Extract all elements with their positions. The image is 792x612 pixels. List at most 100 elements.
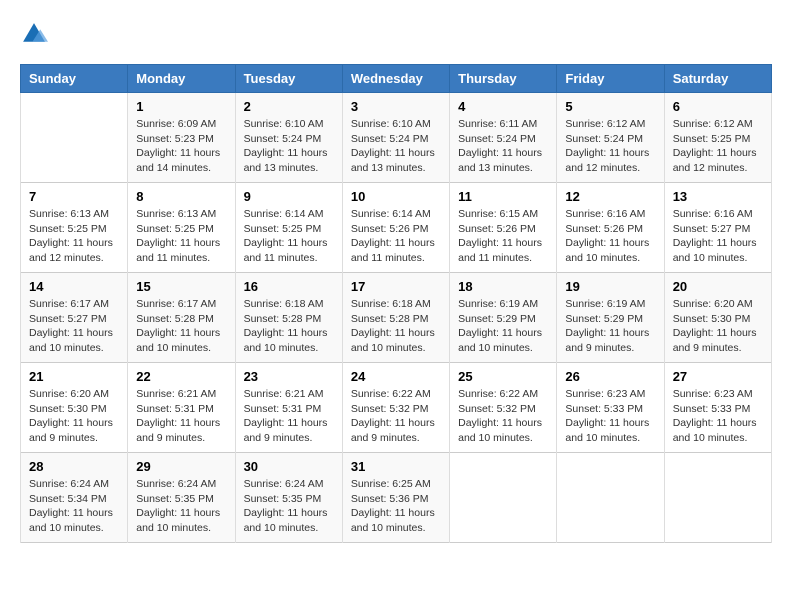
calendar-cell: 1 Sunrise: 6:09 AMSunset: 5:23 PMDaylight… — [128, 93, 235, 183]
calendar-cell: 21Sunrise: 6:20 AMSunset: 5:30 PMDayligh… — [21, 363, 128, 453]
day-number: 23 — [244, 369, 334, 384]
calendar-cell: 7 Sunrise: 6:13 AMSunset: 5:25 PMDaylight… — [21, 183, 128, 273]
calendar-cell: 18 Sunrise: 6:19 AMSunset: 5:29 PMDayligh… — [450, 273, 557, 363]
cell-info: Sunrise: 6:22 AMSunset: 5:32 PMDaylight:… — [458, 387, 548, 446]
day-number: 20 — [673, 279, 763, 294]
day-number: 3 — [351, 99, 441, 114]
cell-info: Sunrise: 6:23 AMSunset: 5:33 PMDaylight:… — [673, 387, 763, 446]
week-row-1: 1 Sunrise: 6:09 AMSunset: 5:23 PMDaylight… — [21, 93, 772, 183]
cell-info: Sunrise: 6:16 AMSunset: 5:27 PMDaylight:… — [673, 207, 763, 266]
calendar-cell: 8 Sunrise: 6:13 AMSunset: 5:25 PMDaylight… — [128, 183, 235, 273]
calendar-cell: 20 Sunrise: 6:20 AMSunset: 5:30 PMDayligh… — [664, 273, 771, 363]
day-number: 12 — [565, 189, 655, 204]
day-number: 28 — [29, 459, 119, 474]
cell-info: Sunrise: 6:21 AMSunset: 5:31 PMDaylight:… — [244, 387, 334, 446]
calendar-cell: 9Sunrise: 6:14 AMSunset: 5:25 PMDaylight… — [235, 183, 342, 273]
week-row-4: 21Sunrise: 6:20 AMSunset: 5:30 PMDayligh… — [21, 363, 772, 453]
calendar-cell: 4 Sunrise: 6:11 AMSunset: 5:24 PMDaylight… — [450, 93, 557, 183]
calendar-cell: 26Sunrise: 6:23 AMSunset: 5:33 PMDayligh… — [557, 363, 664, 453]
header-row: SundayMondayTuesdayWednesdayThursdayFrid… — [21, 65, 772, 93]
cell-info: Sunrise: 6:16 AMSunset: 5:26 PMDaylight:… — [565, 207, 655, 266]
calendar-cell: 6Sunrise: 6:12 AMSunset: 5:25 PMDaylight… — [664, 93, 771, 183]
cell-info: Sunrise: 6:19 AMSunset: 5:29 PMDaylight:… — [458, 297, 548, 356]
calendar-cell: 22 Sunrise: 6:21 AMSunset: 5:31 PMDayligh… — [128, 363, 235, 453]
day-number: 4 — [458, 99, 548, 114]
calendar-cell — [21, 93, 128, 183]
calendar-cell: 3 Sunrise: 6:10 AMSunset: 5:24 PMDaylight… — [342, 93, 449, 183]
day-number: 15 — [136, 279, 226, 294]
header-cell-tuesday: Tuesday — [235, 65, 342, 93]
calendar-cell: 30Sunrise: 6:24 AMSunset: 5:35 PMDayligh… — [235, 453, 342, 543]
day-number: 26 — [565, 369, 655, 384]
day-number: 11 — [458, 189, 548, 204]
header-cell-saturday: Saturday — [664, 65, 771, 93]
calendar-cell: 13 Sunrise: 6:16 AMSunset: 5:27 PMDayligh… — [664, 183, 771, 273]
day-number: 22 — [136, 369, 226, 384]
calendar-cell: 17 Sunrise: 6:18 AMSunset: 5:28 PMDayligh… — [342, 273, 449, 363]
calendar-cell — [664, 453, 771, 543]
cell-info: Sunrise: 6:22 AMSunset: 5:32 PMDaylight:… — [351, 387, 441, 446]
week-row-3: 14 Sunrise: 6:17 AMSunset: 5:27 PMDayligh… — [21, 273, 772, 363]
cell-info: Sunrise: 6:24 AMSunset: 5:35 PMDaylight:… — [136, 477, 226, 536]
logo — [20, 20, 52, 48]
calendar-cell: 27 Sunrise: 6:23 AMSunset: 5:33 PMDayligh… — [664, 363, 771, 453]
day-number: 27 — [673, 369, 763, 384]
cell-info: Sunrise: 6:21 AMSunset: 5:31 PMDaylight:… — [136, 387, 226, 446]
calendar-cell: 28 Sunrise: 6:24 AMSunset: 5:34 PMDayligh… — [21, 453, 128, 543]
day-number: 31 — [351, 459, 441, 474]
calendar-cell: 24 Sunrise: 6:22 AMSunset: 5:32 PMDayligh… — [342, 363, 449, 453]
cell-info: Sunrise: 6:24 AMSunset: 5:35 PMDaylight:… — [244, 477, 334, 536]
calendar-cell: 25 Sunrise: 6:22 AMSunset: 5:32 PMDayligh… — [450, 363, 557, 453]
cell-info: Sunrise: 6:09 AMSunset: 5:23 PMDaylight:… — [136, 117, 226, 176]
cell-info: Sunrise: 6:19 AMSunset: 5:29 PMDaylight:… — [565, 297, 655, 356]
calendar-table: SundayMondayTuesdayWednesdayThursdayFrid… — [20, 64, 772, 543]
calendar-cell — [450, 453, 557, 543]
header-cell-friday: Friday — [557, 65, 664, 93]
day-number: 9 — [244, 189, 334, 204]
day-number: 1 — [136, 99, 226, 114]
calendar-cell: 5Sunrise: 6:12 AMSunset: 5:24 PMDaylight… — [557, 93, 664, 183]
header-cell-wednesday: Wednesday — [342, 65, 449, 93]
header-cell-monday: Monday — [128, 65, 235, 93]
calendar-cell: 12 Sunrise: 6:16 AMSunset: 5:26 PMDayligh… — [557, 183, 664, 273]
day-number: 13 — [673, 189, 763, 204]
calendar-cell: 15 Sunrise: 6:17 AMSunset: 5:28 PMDayligh… — [128, 273, 235, 363]
day-number: 25 — [458, 369, 548, 384]
logo-icon — [20, 20, 48, 48]
calendar-cell: 19 Sunrise: 6:19 AMSunset: 5:29 PMDayligh… — [557, 273, 664, 363]
calendar-cell: 23 Sunrise: 6:21 AMSunset: 5:31 PMDayligh… — [235, 363, 342, 453]
day-number: 16 — [244, 279, 334, 294]
week-row-2: 7 Sunrise: 6:13 AMSunset: 5:25 PMDaylight… — [21, 183, 772, 273]
cell-info: Sunrise: 6:10 AMSunset: 5:24 PMDaylight:… — [351, 117, 441, 176]
cell-info: Sunrise: 6:18 AMSunset: 5:28 PMDaylight:… — [244, 297, 334, 356]
cell-info: Sunrise: 6:10 AMSunset: 5:24 PMDaylight:… — [244, 117, 334, 176]
day-number: 8 — [136, 189, 226, 204]
page-header — [20, 20, 772, 48]
cell-info: Sunrise: 6:13 AMSunset: 5:25 PMDaylight:… — [29, 207, 119, 266]
calendar-cell — [557, 453, 664, 543]
calendar-cell: 14 Sunrise: 6:17 AMSunset: 5:27 PMDayligh… — [21, 273, 128, 363]
day-number: 18 — [458, 279, 548, 294]
week-row-5: 28 Sunrise: 6:24 AMSunset: 5:34 PMDayligh… — [21, 453, 772, 543]
cell-info: Sunrise: 6:17 AMSunset: 5:28 PMDaylight:… — [136, 297, 226, 356]
cell-info: Sunrise: 6:11 AMSunset: 5:24 PMDaylight:… — [458, 117, 548, 176]
day-number: 24 — [351, 369, 441, 384]
calendar-cell: 10Sunrise: 6:14 AMSunset: 5:26 PMDayligh… — [342, 183, 449, 273]
day-number: 6 — [673, 99, 763, 114]
cell-info: Sunrise: 6:12 AMSunset: 5:24 PMDaylight:… — [565, 117, 655, 176]
day-number: 17 — [351, 279, 441, 294]
cell-info: Sunrise: 6:20 AMSunset: 5:30 PMDaylight:… — [673, 297, 763, 356]
cell-info: Sunrise: 6:13 AMSunset: 5:25 PMDaylight:… — [136, 207, 226, 266]
day-number: 7 — [29, 189, 119, 204]
calendar-cell: 31Sunrise: 6:25 AMSunset: 5:36 PMDayligh… — [342, 453, 449, 543]
cell-info: Sunrise: 6:17 AMSunset: 5:27 PMDaylight:… — [29, 297, 119, 356]
calendar-cell: 11 Sunrise: 6:15 AMSunset: 5:26 PMDayligh… — [450, 183, 557, 273]
day-number: 2 — [244, 99, 334, 114]
calendar-cell: 2 Sunrise: 6:10 AMSunset: 5:24 PMDaylight… — [235, 93, 342, 183]
cell-info: Sunrise: 6:18 AMSunset: 5:28 PMDaylight:… — [351, 297, 441, 356]
day-number: 14 — [29, 279, 119, 294]
day-number: 21 — [29, 369, 119, 384]
cell-info: Sunrise: 6:24 AMSunset: 5:34 PMDaylight:… — [29, 477, 119, 536]
day-number: 19 — [565, 279, 655, 294]
cell-info: Sunrise: 6:15 AMSunset: 5:26 PMDaylight:… — [458, 207, 548, 266]
